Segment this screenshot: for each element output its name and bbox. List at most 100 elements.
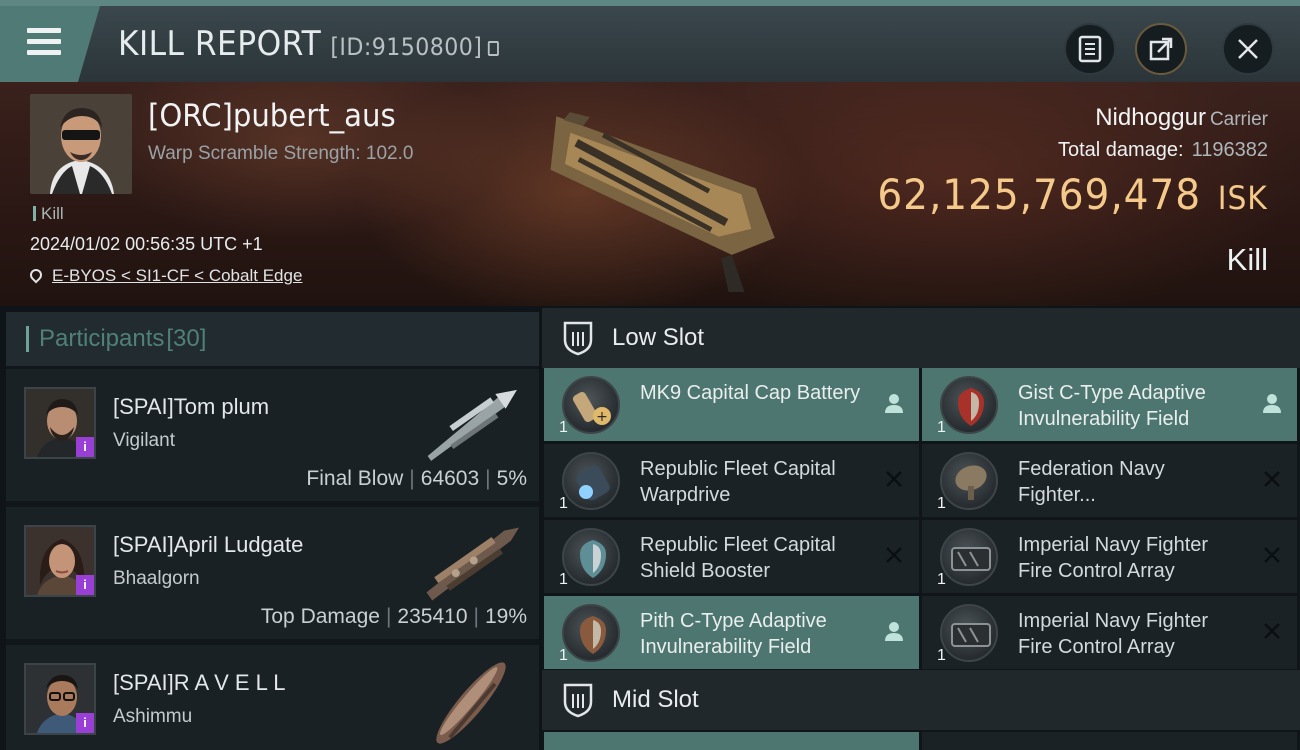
kill-marker <box>33 206 36 221</box>
module-quantity: 1 <box>559 495 568 512</box>
share-button[interactable] <box>1135 23 1187 75</box>
menu-icon-bar <box>27 50 61 55</box>
total-damage: Total damage: 1196382 <box>1058 139 1268 162</box>
info-badge[interactable]: i <box>76 713 94 733</box>
close-icon <box>1238 39 1258 59</box>
module-quantity: 1 <box>937 647 946 664</box>
module-quantity: 1 <box>559 647 568 664</box>
close-icon[interactable] <box>1261 544 1283 566</box>
participant-damage: 235410 <box>397 605 468 628</box>
share-icon <box>1149 37 1173 61</box>
participant-ship-image <box>427 389 517 461</box>
person-icon[interactable] <box>883 620 905 642</box>
close-icon[interactable] <box>883 468 905 490</box>
module-item[interactable]: 1 Gist C-Type Adaptive Invulnerability F… <box>922 368 1297 441</box>
clipboard-button[interactable] <box>1064 23 1116 75</box>
module-quantity: 1 <box>937 495 946 512</box>
close-icon[interactable] <box>1261 468 1283 490</box>
kill-tag-label: Kill <box>41 204 64 223</box>
stat-separator: | <box>385 605 392 628</box>
module-quantity: 1 <box>937 419 946 436</box>
module-item[interactable]: 1 Republic Fleet Capital Warpdrive <box>544 444 919 517</box>
participant-row[interactable]: i [SPAI]April Ludgate Bhaalgorn Top Dama… <box>6 507 539 639</box>
warp-scramble-strength: Warp Scramble Strength: 102.0 <box>148 143 414 164</box>
participant-percent: 19% <box>484 605 527 628</box>
participant-ship: Bhaalgorn <box>113 568 200 589</box>
module-glyph <box>955 465 987 500</box>
module-item[interactable]: 1 Pith C-Type Adaptive Invulnerability F… <box>544 596 919 669</box>
low-slot-label: Low Slot <box>612 324 705 351</box>
module-item-partial[interactable] <box>544 732 919 750</box>
module-name: Pith C-Type Adaptive Invulnerability Fie… <box>640 610 827 658</box>
low-slot-header: Low Slot <box>542 308 1300 368</box>
participant-avatar[interactable]: i <box>24 663 96 735</box>
module-glyph <box>951 623 991 647</box>
participant-name: [SPAI]April Ludgate <box>113 532 304 557</box>
module-name: Gist C-Type Adaptive Invulnerability Fie… <box>1018 382 1206 430</box>
total-damage-label: Total damage: <box>1057 139 1184 161</box>
top-bar: KILL REPORT [ID:9150800] <box>0 0 1300 82</box>
module-glyph <box>958 388 984 426</box>
cap-battery-icon: + <box>562 376 620 434</box>
participant-name: [SPAI]Tom plum <box>113 394 270 419</box>
close-icon[interactable] <box>883 544 905 566</box>
page-title: KILL REPORT [ID:9150800] <box>118 24 499 64</box>
module-item-partial[interactable] <box>922 732 1297 750</box>
module-name: MK9 Capital Cap Battery <box>640 382 861 404</box>
stat-separator: | <box>485 467 491 490</box>
module-quantity: 1 <box>559 571 568 588</box>
module-name: Imperial Navy Fighter Fire Control Array <box>1018 610 1209 658</box>
module-item[interactable]: + 1 MK9 Capital Cap Battery <box>544 368 919 441</box>
module-item[interactable]: 1 Imperial Navy Fighter Fire Control Arr… <box>922 520 1297 593</box>
person-icon[interactable] <box>883 392 905 414</box>
copy-icon[interactable] <box>487 41 499 56</box>
kill-result: Kill <box>1226 242 1268 277</box>
close-button[interactable] <box>1222 23 1274 75</box>
person-icon[interactable] <box>1261 392 1283 414</box>
participant-ship: Vigilant <box>113 430 175 451</box>
svg-text:+: + <box>596 409 608 425</box>
module-glyph <box>951 547 991 571</box>
participant-stats: Final Blow | 64603 | 5% <box>306 467 527 491</box>
ship-name[interactable]: Nidhoggur <box>1095 104 1206 131</box>
report-id: [ID:9150800] <box>330 33 483 61</box>
header-marker <box>26 326 29 352</box>
kill-location-link[interactable]: E-BYOS < SI1-CF < Cobalt Edge <box>27 266 303 286</box>
menu-button[interactable] <box>0 6 100 82</box>
participant-ship: Ashimmu <box>113 706 193 727</box>
module-item[interactable]: 1 Federation Navy Fighter... <box>922 444 1297 517</box>
participant-row[interactable]: i [SPAI]R A V E L L Ashimmu <box>6 645 539 750</box>
close-icon[interactable] <box>1261 620 1283 642</box>
victim-avatar[interactable] <box>30 94 132 194</box>
module-name: Republic Fleet Capital Warpdrive <box>640 458 836 506</box>
kill-datetime: 2024/01/02 00:56:35 UTC +1 <box>30 234 263 254</box>
stat-separator: | <box>409 467 415 490</box>
victim-ship: Nidhoggur Carrier <box>1095 104 1268 132</box>
participant-ship-image <box>436 662 506 744</box>
isk-amount: 62,125,769,478 <box>877 170 1202 219</box>
invulnerability-field-icon <box>562 604 620 662</box>
menu-icon-bar <box>27 39 61 44</box>
location-text: E-BYOS < SI1-CF < Cobalt Edge <box>52 266 303 285</box>
menu-icon <box>27 28 61 33</box>
participant-avatar[interactable]: i <box>24 525 96 597</box>
participant-damage: 64603 <box>420 467 480 490</box>
info-badge[interactable]: i <box>76 575 94 595</box>
participants-panel: Participants [30] i [SPAI]Tom plum Vigil… <box>6 312 539 750</box>
shield-booster-icon <box>562 528 620 586</box>
module-quantity: 1 <box>559 419 568 436</box>
module-item[interactable]: 1 Republic Fleet Capital Shield Booster <box>544 520 919 593</box>
victim-name[interactable]: [ORC]pubert_aus <box>148 98 396 134</box>
location-pin-icon <box>27 266 45 284</box>
module-item[interactable]: 1 Imperial Navy Fighter Fire Control Arr… <box>922 596 1297 669</box>
module-glyph <box>576 465 610 501</box>
participant-avatar[interactable]: i <box>24 387 96 459</box>
participant-name: [SPAI]R A V E L L <box>113 670 286 695</box>
isk-unit: ISK <box>1218 179 1268 217</box>
fire-control-array-icon <box>940 604 998 662</box>
info-badge[interactable]: i <box>76 437 94 457</box>
fighter-module-icon <box>940 452 998 510</box>
isk-value: 62,125,769,478 ISK <box>878 170 1268 219</box>
participant-row[interactable]: i [SPAI]Tom plum Vigilant Final Blow | 646… <box>6 369 539 501</box>
kill-tag: Kill <box>33 204 64 224</box>
